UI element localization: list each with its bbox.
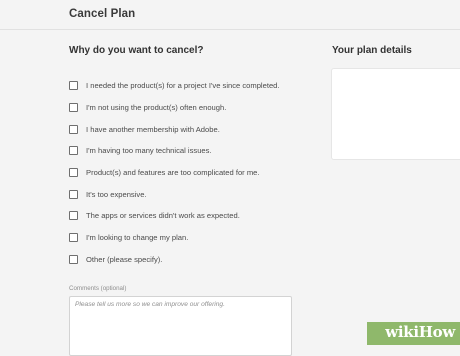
- watermark-text: wikiHow: [385, 323, 455, 341]
- reason-option-change-plan[interactable]: I'm looking to change my plan.: [69, 227, 309, 249]
- reasons-heading: Why do you want to cancel?: [69, 45, 204, 56]
- reason-label: I'm not using the product(s) often enoug…: [86, 103, 227, 113]
- reason-label: Other (please specify).: [86, 254, 163, 264]
- reason-label: I'm looking to change my plan.: [86, 233, 189, 243]
- checkbox[interactable]: [69, 211, 78, 221]
- reason-option-too-expensive[interactable]: It's too expensive.: [69, 183, 309, 205]
- reason-option-another-membership[interactable]: I have another membership with Adobe.: [69, 118, 309, 140]
- checkbox[interactable]: [69, 146, 78, 156]
- reason-label: Product(s) and features are too complica…: [86, 168, 260, 178]
- reason-option-project-completed[interactable]: I needed the product(s) for a project I'…: [69, 75, 309, 97]
- checkbox[interactable]: [69, 233, 78, 243]
- reason-option-too-complicated[interactable]: Product(s) and features are too complica…: [69, 162, 309, 184]
- checkbox[interactable]: [69, 254, 78, 264]
- plan-details-card: [331, 68, 460, 160]
- plan-details-heading: Your plan details: [332, 45, 412, 56]
- reason-option-technical-issues[interactable]: I'm having too many technical issues.: [69, 140, 309, 162]
- page-title: Cancel Plan: [69, 8, 136, 20]
- checkbox[interactable]: [69, 189, 78, 199]
- reason-label: It's too expensive.: [86, 189, 147, 199]
- comments-label: Comments (optional): [69, 285, 127, 292]
- reason-option-not-working[interactable]: The apps or services didn't work as expe…: [69, 205, 309, 227]
- checkbox[interactable]: [69, 81, 78, 91]
- checkbox[interactable]: [69, 124, 78, 134]
- page-header: Cancel Plan: [0, 0, 460, 30]
- reason-option-other[interactable]: Other (please specify).: [69, 249, 309, 271]
- reason-option-not-using[interactable]: I'm not using the product(s) often enoug…: [69, 97, 309, 119]
- cancel-reasons-section: Why do you want to cancel? I needed the …: [69, 45, 309, 270]
- reason-label: The apps or services didn't work as expe…: [86, 211, 240, 221]
- checkbox[interactable]: [69, 103, 78, 113]
- comments-placeholder: Please tell us more so we can improve ou…: [75, 301, 225, 308]
- reason-label: I have another membership with Adobe.: [86, 124, 220, 134]
- comments-textarea[interactable]: Please tell us more so we can improve ou…: [69, 296, 292, 356]
- checkbox[interactable]: [69, 168, 78, 178]
- reason-label: I'm having too many technical issues.: [86, 146, 212, 156]
- wikihow-watermark: wikiHow: [367, 322, 460, 345]
- reason-label: I needed the product(s) for a project I'…: [86, 81, 280, 91]
